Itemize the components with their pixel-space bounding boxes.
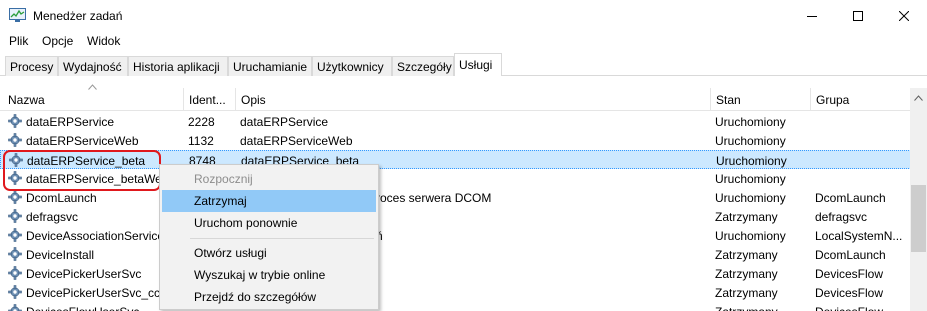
service-group: LocalSystemN... — [815, 229, 903, 243]
service-status: Uruchomiony — [716, 154, 787, 168]
service-name: DeviceInstall — [26, 248, 95, 262]
service-description: dataERPService — [240, 115, 329, 129]
service-name: DcomLaunch — [26, 191, 97, 205]
column-status[interactable]: Stan — [710, 88, 810, 111]
service-row[interactable]: DeviceInstall Zatrzymany DcomLaunch — [0, 245, 911, 264]
tab-processes[interactable]: Procesy — [5, 56, 58, 76]
service-gear-icon — [8, 304, 22, 311]
service-gear-icon — [8, 209, 22, 223]
menu-options[interactable]: Opcje — [42, 34, 73, 48]
service-group: DevicesFlow — [815, 305, 883, 311]
tab-app-history[interactable]: Historia aplikacji — [128, 56, 228, 76]
service-name: dataERPServiceWeb — [26, 134, 139, 148]
minimize-icon — [807, 15, 817, 17]
tab-performance[interactable]: Wydajność — [58, 56, 128, 76]
column-name[interactable]: Nazwa — [3, 88, 183, 111]
service-status: Zatrzymany — [715, 286, 778, 300]
context-menu: Rozpocznij Zatrzymaj Uruchom ponownie Ot… — [159, 164, 379, 310]
vertical-scrollbar[interactable] — [910, 88, 927, 311]
menu-search-online[interactable]: Wyszukaj w trybie online — [162, 264, 376, 286]
service-name: DeviceAssociationService — [26, 229, 165, 243]
service-status: Zatrzymany — [715, 210, 778, 224]
service-status: Zatrzymany — [715, 248, 778, 262]
menu-go-to-details[interactable]: Przejdź do szczegółów — [162, 286, 376, 308]
service-status: Zatrzymany — [715, 267, 778, 281]
menu-file[interactable]: Plik — [9, 34, 28, 48]
window-title: Menedżer zadań — [33, 9, 123, 23]
maximize-icon — [853, 10, 863, 21]
service-row[interactable]: DevicesFlowUserSvc Zatrzymany DevicesFlow — [0, 302, 911, 311]
menu-view[interactable]: Widok — [87, 34, 120, 48]
service-name: defragsvc — [26, 210, 79, 224]
menu-stop[interactable]: Zatrzymaj — [162, 190, 376, 212]
column-description[interactable]: Opis — [235, 88, 710, 111]
service-row[interactable]: DeviceAssociationService ń Uruchomiony Loca… — [0, 226, 911, 245]
maximize-button[interactable] — [835, 0, 881, 31]
services-list: dataERPService 2228 dataERPService Uruchomi… — [0, 112, 911, 311]
scroll-up-icon[interactable] — [914, 95, 923, 101]
service-group: DevicesFlow — [815, 267, 884, 281]
service-gear-icon — [8, 114, 22, 128]
service-gear-icon — [8, 285, 22, 299]
service-gear-icon — [8, 190, 22, 204]
tab-startup[interactable]: Uruchamianie — [228, 56, 312, 76]
tab-details[interactable]: Szczegóły — [392, 56, 454, 76]
tab-services[interactable]: Usługi — [454, 53, 502, 76]
service-row[interactable]: dataERPService 2228 dataERPService Uruchomi… — [0, 112, 911, 131]
column-group[interactable]: Grupa — [810, 88, 910, 111]
menu-bar: Plik Opcje Widok — [0, 31, 927, 52]
service-gear-icon — [8, 247, 22, 261]
service-row[interactable]: DevicePickerUserSvc_cca5 Zatrzymany Device… — [0, 283, 911, 302]
scrollbar-thumb[interactable] — [911, 185, 926, 252]
annotation-highlight — [3, 150, 161, 191]
service-status: Uruchomiony — [715, 115, 786, 129]
menu-open-services[interactable]: Otwórz usługi — [162, 242, 376, 264]
service-group: DcomLaunch — [815, 248, 886, 262]
service-gear-icon — [8, 133, 22, 147]
service-status: Uruchomiony — [715, 229, 786, 243]
service-group: DcomLaunch — [815, 191, 886, 205]
task-manager-icon — [9, 8, 26, 22]
column-pid[interactable]: Ident... — [183, 88, 235, 111]
service-name: DevicesFlowUserSvc — [26, 305, 139, 311]
service-status: Uruchomiony — [715, 134, 786, 148]
service-name: dataERPService — [26, 115, 115, 129]
close-button[interactable] — [881, 0, 927, 31]
title-bar: Menedżer zadań — [0, 0, 927, 31]
service-status: Uruchomiony — [715, 172, 786, 186]
menu-start: Rozpocznij — [194, 172, 253, 186]
service-description: dataERPServiceWeb — [240, 134, 353, 148]
service-gear-icon — [8, 266, 22, 280]
service-row[interactable]: defragsvc Zatrzymany defragsvc — [0, 207, 911, 226]
tab-users[interactable]: Użytkownicy — [312, 56, 392, 76]
service-status: Uruchomiony — [715, 191, 786, 205]
minimize-button[interactable] — [789, 0, 835, 31]
service-description: roces serwera DCOM — [376, 191, 492, 205]
service-row[interactable]: DevicePickerUserSvc Zatrzymany DevicesFlow — [0, 264, 911, 283]
service-pid: 1132 — [188, 134, 214, 148]
service-group: DevicesFlow — [815, 286, 884, 300]
service-pid: 2228 — [188, 115, 215, 129]
service-name: DevicePickerUserSvc_cca5 — [26, 286, 174, 300]
menu-restart[interactable]: Uruchom ponownie — [162, 212, 376, 234]
close-icon — [899, 10, 909, 21]
column-header: Nazwa Ident... Opis Stan Grupa — [0, 88, 927, 111]
service-status: Zatrzymany — [715, 305, 778, 311]
service-gear-icon — [8, 228, 22, 242]
menu-separator — [190, 238, 374, 239]
service-group: defragsvc — [815, 210, 868, 224]
service-name: DevicePickerUserSvc — [26, 267, 142, 281]
tab-bar: Procesy Wydajność Historia aplikacji Uru… — [0, 52, 927, 77]
service-row[interactable]: dataERPServiceWeb 1132 dataERPServiceWeb Ur… — [0, 131, 911, 150]
